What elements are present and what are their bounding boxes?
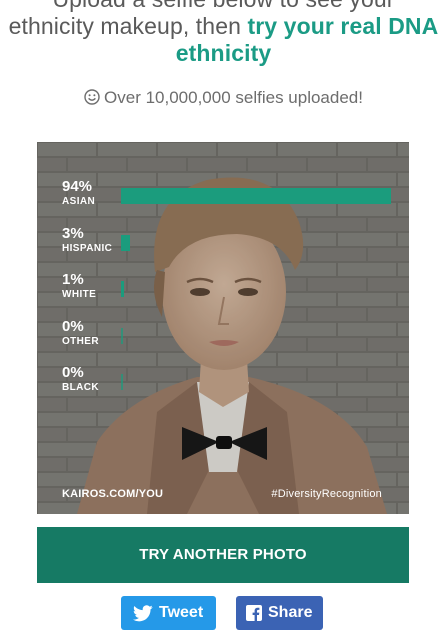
headline: Upload a selfie below to see your ethnic… bbox=[0, 0, 447, 67]
stat-bar-hispanic bbox=[121, 234, 130, 251]
headline-line2: ethnicity makeup, then try your real DNA… bbox=[0, 13, 447, 67]
selfies-count-text: Over 10,000,000 selfies uploaded! bbox=[104, 88, 363, 107]
stat-bar-other bbox=[121, 327, 123, 344]
stat-bar-white bbox=[121, 281, 124, 297]
stat-white: 1% WHITE bbox=[62, 271, 96, 302]
tweet-button[interactable]: Tweet bbox=[121, 596, 216, 630]
stat-percent: 0% bbox=[62, 364, 84, 381]
share-label: Share bbox=[268, 604, 313, 621]
result-photo: 94% ASIAN 3% HISPANIC 1% WHITE 0% OTHER 0% BLACK … bbox=[37, 142, 409, 514]
stat-bar-black bbox=[121, 374, 123, 390]
site-watermark: KAIROS.COM/YOU bbox=[62, 488, 164, 500]
tweet-label: Tweet bbox=[159, 604, 204, 621]
selfies-count: Over 10,000,000 selfies uploaded! bbox=[0, 88, 447, 108]
stat-asian: 94% ASIAN bbox=[62, 178, 95, 209]
stat-hispanic: 3% HISPANIC bbox=[62, 225, 112, 256]
stat-percent: 1% bbox=[62, 271, 84, 288]
hashtag-watermark: #DiversityRecognition bbox=[271, 488, 382, 500]
facebook-share-button[interactable]: Share bbox=[236, 596, 323, 630]
headline-text: ethnicity makeup, then bbox=[8, 13, 241, 39]
stat-percent: 94% bbox=[62, 178, 93, 195]
smiley-icon bbox=[84, 89, 100, 105]
facebook-icon bbox=[246, 605, 262, 621]
stat-other: 0% OTHER bbox=[62, 318, 99, 349]
twitter-bird-icon bbox=[133, 605, 153, 622]
headline-line1: Upload a selfie below to see your bbox=[0, 0, 447, 13]
stat-label: BLACK bbox=[62, 382, 99, 393]
stat-bar-asian bbox=[121, 188, 391, 204]
stat-label: WHITE bbox=[62, 289, 97, 300]
stat-percent: 3% bbox=[62, 224, 84, 242]
try-another-photo-button[interactable]: TRY ANOTHER PHOTO bbox=[37, 527, 409, 583]
stat-label: ASIAN bbox=[62, 196, 96, 207]
stat-percent: 0% bbox=[62, 317, 84, 335]
stat-label: OTHER bbox=[62, 335, 99, 347]
stat-label: HISPANIC bbox=[62, 242, 113, 254]
stat-black: 0% BLACK bbox=[62, 364, 99, 395]
